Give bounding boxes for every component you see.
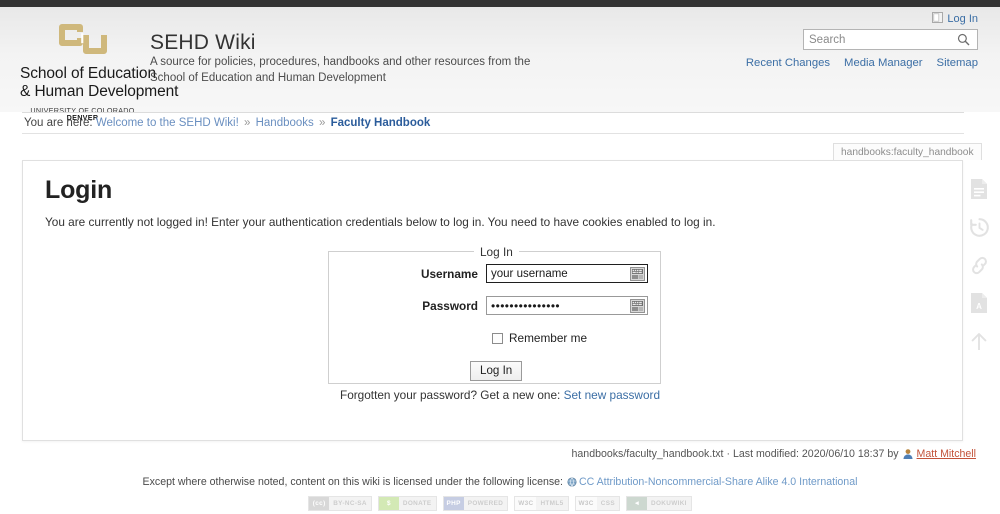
search-box[interactable] xyxy=(803,29,978,50)
site-title[interactable]: SEHD Wiki xyxy=(150,31,256,55)
username-row: Username xyxy=(328,264,648,283)
remember-me-label: Remember me xyxy=(509,331,588,345)
autofill-keyboard-icon[interactable] xyxy=(630,299,645,313)
site-tagline-line-2: School of Education and Human Developmen… xyxy=(150,72,386,85)
breadcrumb-bottom-rule xyxy=(22,133,964,134)
password-label: Password xyxy=(422,298,478,313)
old-revisions-icon[interactable] xyxy=(968,216,990,238)
login-submit-button[interactable]: Log In xyxy=(470,361,523,381)
page-intro-text: You are currently not logged in! Enter y… xyxy=(45,215,716,229)
header-login-link[interactable]: Log In xyxy=(932,12,978,26)
show-page-source-icon[interactable] xyxy=(968,178,990,200)
remember-me-checkbox[interactable] xyxy=(492,332,503,344)
password-input[interactable] xyxy=(487,297,623,314)
header-login-label: Log In xyxy=(947,13,978,25)
breadcrumb-item-home[interactable]: Welcome to the SEHD Wiki! xyxy=(96,117,239,129)
dokuwiki-badge-right: DOKUWIKI xyxy=(646,497,691,510)
search-input[interactable] xyxy=(804,31,952,48)
tool-link-media-manager[interactable]: Media Manager xyxy=(844,57,923,69)
login-form-legend: Log In xyxy=(474,245,519,259)
html5-badge[interactable]: W3C HTML5 xyxy=(514,496,569,511)
page-tools-rail: A xyxy=(968,178,990,352)
doc-last-editor-link[interactable]: Matt Mitchell xyxy=(917,448,976,460)
tool-link-sitemap[interactable]: Sitemap xyxy=(937,57,978,69)
site-logo[interactable]: School of Education & Human Development … xyxy=(20,22,179,121)
password-row: Password xyxy=(328,296,648,315)
doc-modified-label: Last modified: 2020/06/10 18:37 by xyxy=(733,448,899,460)
site-tagline-line-1: A source for policies, procedures, handb… xyxy=(150,56,531,68)
back-to-top-icon[interactable] xyxy=(968,330,990,352)
css-badge-left: W3C xyxy=(575,497,597,510)
document-info: handbooks/faculty_handbook.txt · Last mo… xyxy=(572,448,976,460)
set-new-password-link[interactable]: Set new password xyxy=(564,388,660,402)
html5-badge-right: HTML5 xyxy=(536,497,568,510)
search-icon[interactable] xyxy=(952,30,974,49)
logo-name-line-1: School of Education xyxy=(20,65,156,82)
page-root: School of Education & Human Development … xyxy=(0,0,1000,514)
user-avatar-icon xyxy=(902,448,914,460)
breadcrumb-prefix: You are here: xyxy=(24,117,93,129)
breadcrumb-separator-1: » xyxy=(243,117,251,129)
username-input-wrapper[interactable] xyxy=(486,264,648,283)
globe-icon xyxy=(567,477,577,490)
breadcrumb-item-handbooks[interactable]: Handbooks xyxy=(256,117,314,129)
breadcrumb-item-faculty-handbook[interactable]: Faculty Handbook xyxy=(331,117,431,129)
site-tagline: A source for policies, procedures, handb… xyxy=(150,54,570,87)
tool-link-recent-changes[interactable]: Recent Changes xyxy=(746,57,830,69)
footer-badges: (cc) BY-NC-SA $ DONATE PHP POWERED W3C H… xyxy=(0,496,1000,511)
breadcrumb: You are here: Welcome to the SEHD Wiki! … xyxy=(24,117,430,129)
donate-badge-left: $ xyxy=(378,497,399,510)
dokuwiki-badge[interactable]: ◄ DOKUWIKI xyxy=(625,496,692,511)
forgot-password-prefix: Forgotten your password? Get a new one: xyxy=(339,388,561,402)
header-tool-links: Recent Changes Media Manager Sitemap xyxy=(746,57,978,69)
username-label: Username xyxy=(420,266,478,281)
cc-badge[interactable]: (cc) BY-NC-SA xyxy=(308,496,372,511)
dokuwiki-badge-left: ◄ xyxy=(626,497,647,510)
license-line: Except where otherwise noted, content on… xyxy=(0,476,1000,490)
breadcrumb-top-rule xyxy=(22,112,964,113)
cc-badge-right: BY-NC-SA xyxy=(329,497,371,510)
doc-separator: · xyxy=(726,448,731,460)
css-badge-right: CSS xyxy=(596,497,619,510)
css-badge[interactable]: W3C CSS xyxy=(574,496,620,511)
login-icon xyxy=(932,12,944,26)
breadcrumb-separator-2: » xyxy=(318,117,326,129)
doc-path: handbooks/faculty_handbook.txt xyxy=(571,448,724,460)
html5-badge-left: W3C xyxy=(515,497,537,510)
php-badge[interactable]: PHP POWERED xyxy=(442,496,509,511)
page-title: Login xyxy=(45,176,113,204)
password-input-wrapper[interactable] xyxy=(486,296,648,315)
license-link[interactable]: CC Attribution-Noncommercial-Share Alike… xyxy=(579,476,858,488)
backlinks-icon[interactable] xyxy=(968,254,990,276)
autofill-keyboard-icon[interactable] xyxy=(630,267,645,281)
php-badge-left: PHP xyxy=(443,497,464,510)
license-text: Except where otherwise noted, content on… xyxy=(142,476,563,488)
export-pdf-icon[interactable]: A xyxy=(968,292,990,314)
username-input[interactable] xyxy=(487,265,623,282)
donate-badge-right: DONATE xyxy=(398,497,436,510)
cc-badge-left: (cc) xyxy=(309,497,330,510)
svg-text:A: A xyxy=(976,302,982,311)
cu-monogram-icon xyxy=(58,22,107,60)
php-badge-right: POWERED xyxy=(463,497,508,510)
forgot-password-line: Forgotten your password? Get a new one: … xyxy=(0,388,1000,402)
remember-me-row[interactable]: Remember me xyxy=(492,331,587,345)
donate-badge[interactable]: $ DONATE xyxy=(377,496,437,511)
page-id-tab[interactable]: handbooks:faculty_handbook xyxy=(833,143,982,160)
top-accent-bar xyxy=(0,0,1000,7)
logo-name-line-2: & Human Development xyxy=(20,83,179,101)
